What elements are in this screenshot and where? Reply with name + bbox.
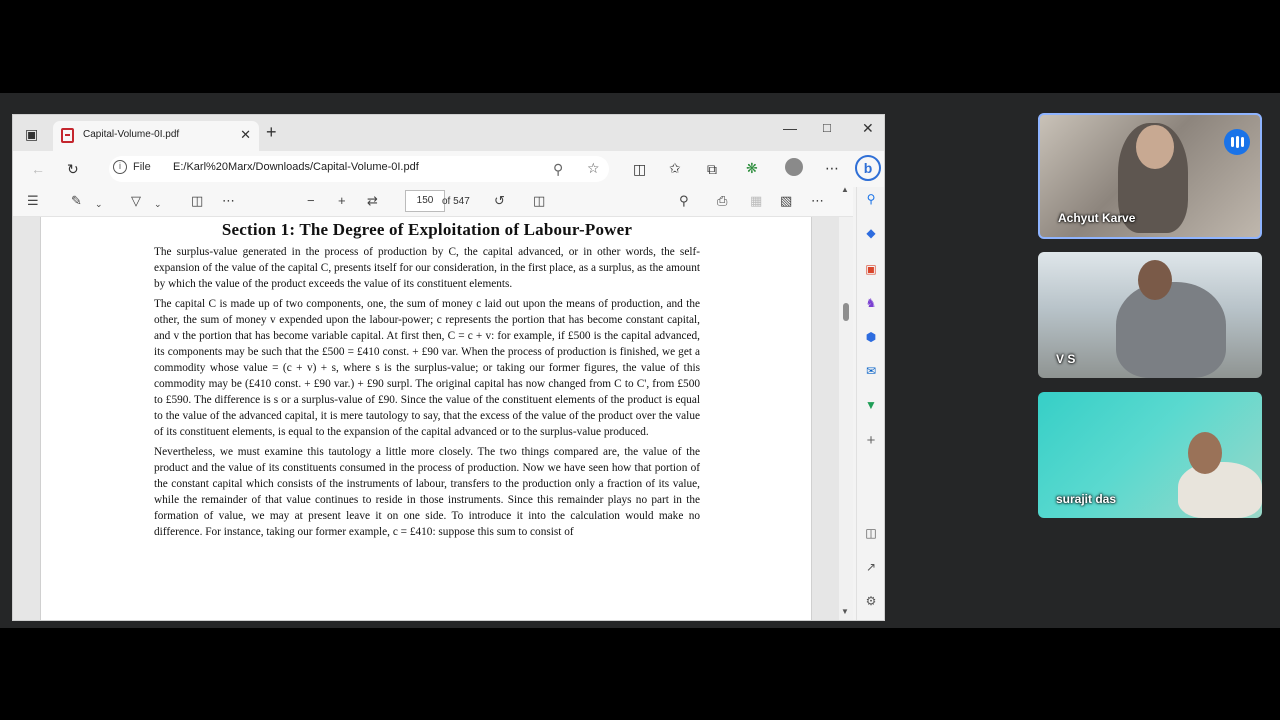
- favorite-star-icon[interactable]: ☆: [587, 160, 600, 176]
- highlight-chevron-icon[interactable]: ⌄: [95, 196, 103, 212]
- highlight-icon[interactable]: ✎: [71, 193, 82, 209]
- sidebar-add-icon[interactable]: +: [863, 433, 879, 449]
- more-tools-icon[interactable]: ⋯: [222, 193, 235, 209]
- scroll-down-icon[interactable]: ▼: [841, 607, 849, 616]
- participant-tile-achyut[interactable]: Achyut Karve: [1038, 113, 1262, 239]
- paragraph: The surplus-value generated in the proce…: [154, 246, 700, 290]
- sidebar-tools-icon[interactable]: ▣: [863, 261, 879, 277]
- sidebar-drop-icon[interactable]: ▼: [863, 397, 879, 413]
- zoom-icon[interactable]: ⚲: [553, 161, 563, 177]
- page-total: of 547: [442, 196, 470, 207]
- scroll-up-icon[interactable]: ▲: [841, 185, 849, 194]
- zoom-out-icon[interactable]: −: [307, 193, 315, 209]
- url-text[interactable]: E:/Karl%20Marx/Downloads/Capital-Volume-…: [173, 161, 419, 173]
- collections-icon[interactable]: ⧉: [707, 161, 717, 177]
- participant-face: [1138, 260, 1172, 300]
- pdf-page: Section 1: The Degree of Exploitation of…: [40, 217, 812, 620]
- tab-bar: ▣ Capital-Volume-0I.pdf ✕ + — □ ✕: [13, 115, 884, 151]
- browser-window: ▣ Capital-Volume-0I.pdf ✕ + — □ ✕ ← ↻ i …: [12, 114, 885, 621]
- tab-close-icon[interactable]: ✕: [240, 127, 251, 143]
- maximize-icon[interactable]: □: [823, 120, 831, 135]
- participant-face: [1188, 432, 1222, 474]
- print-icon[interactable]: ⎙: [717, 193, 727, 209]
- speaking-indicator-icon: [1224, 129, 1250, 155]
- save-icon[interactable]: ▦: [750, 193, 762, 209]
- scrollbar-thumb[interactable]: [843, 303, 849, 321]
- sidebar-open-external-icon[interactable]: ↗: [863, 559, 879, 575]
- site-info-icon[interactable]: i: [113, 160, 127, 174]
- extensions-icon[interactable]: ❋: [746, 160, 758, 176]
- back-icon[interactable]: ←: [31, 161, 45, 177]
- sidebar-search-icon[interactable]: ⚲: [863, 191, 879, 207]
- sidebar-games-icon[interactable]: ♞: [863, 295, 879, 311]
- save-as-icon[interactable]: ▧: [780, 193, 792, 209]
- sidebar-settings-icon[interactable]: ⚙: [863, 593, 879, 609]
- page-view-icon[interactable]: ◫: [533, 193, 545, 209]
- tab-title: Capital-Volume-0I.pdf: [83, 129, 180, 140]
- participant-tile-surajit[interactable]: surajit das: [1038, 392, 1262, 518]
- participant-name: surajit das: [1056, 492, 1117, 506]
- participant-name: Achyut Karve: [1058, 211, 1136, 225]
- rotate-icon[interactable]: ↺: [494, 193, 505, 209]
- draw-icon[interactable]: ▽: [131, 193, 141, 209]
- workspaces-icon[interactable]: ▣: [25, 126, 38, 142]
- text-box-icon[interactable]: ◫: [191, 193, 203, 209]
- sidebar-hide-icon[interactable]: ◫: [863, 525, 879, 541]
- draw-chevron-icon[interactable]: ⌄: [154, 196, 162, 212]
- fit-page-icon[interactable]: ⇄: [367, 193, 378, 209]
- vertical-scrollbar[interactable]: ▲ ▼: [839, 185, 853, 620]
- participant-name: V S: [1056, 352, 1076, 366]
- participant-face: [1136, 125, 1174, 169]
- search-icon[interactable]: ⚲: [679, 193, 689, 209]
- new-tab-icon[interactable]: +: [266, 123, 277, 141]
- letterbox-bottom: [0, 628, 1280, 720]
- split-screen-icon[interactable]: ◫: [633, 161, 646, 177]
- paragraph: The capital C is made up of two componen…: [154, 298, 700, 438]
- section-heading: Section 1: The Degree of Exploitation of…: [221, 220, 633, 239]
- more-menu-icon[interactable]: ⋯: [825, 160, 839, 176]
- pdf-file-icon: [61, 128, 74, 143]
- profile-avatar[interactable]: [785, 158, 803, 176]
- edge-sidebar: ⚲ ◆ ▣ ♞ ⬢ ✉ ▼ + ◫ ↗ ⚙: [856, 187, 884, 620]
- sidebar-outlook-icon[interactable]: ✉: [863, 363, 879, 379]
- refresh-icon[interactable]: ↻: [67, 161, 79, 177]
- zoom-in-icon[interactable]: +: [338, 193, 346, 209]
- participant-video: [1116, 282, 1226, 378]
- paragraph: Nevertheless, we must examine this tauto…: [154, 446, 700, 538]
- file-scheme-label: File: [133, 161, 151, 173]
- pdf-toolbar: ☰ ✎ ⌄ ▽ ⌄ ◫ ⋯ − + ⇄ 150 of 547 ↺ ◫ ⚲ ⎙ ▦…: [13, 187, 853, 217]
- page-number-input[interactable]: 150: [405, 190, 445, 212]
- favorites-icon[interactable]: ✩: [669, 160, 681, 176]
- sidebar-shopping-icon[interactable]: ◆: [863, 225, 879, 241]
- document-viewport[interactable]: Section 1: The Degree of Exploitation of…: [13, 217, 853, 620]
- page-content: Section 1: The Degree of Exploitation of…: [154, 217, 700, 544]
- close-window-icon[interactable]: ✕: [862, 120, 874, 137]
- address-bar: ← ↻ i File E:/Karl%20Marx/Downloads/Capi…: [13, 151, 884, 187]
- tab-pdf[interactable]: Capital-Volume-0I.pdf ✕: [53, 121, 259, 151]
- contents-icon[interactable]: ☰: [27, 193, 39, 209]
- minimize-icon[interactable]: —: [783, 120, 797, 136]
- sidebar-office-icon[interactable]: ⬢: [863, 329, 879, 345]
- pdf-more-icon[interactable]: ⋯: [811, 193, 824, 209]
- participant-tile-vs[interactable]: V S: [1038, 252, 1262, 378]
- participant-video: [1178, 462, 1262, 518]
- copilot-icon[interactable]: b: [855, 155, 881, 181]
